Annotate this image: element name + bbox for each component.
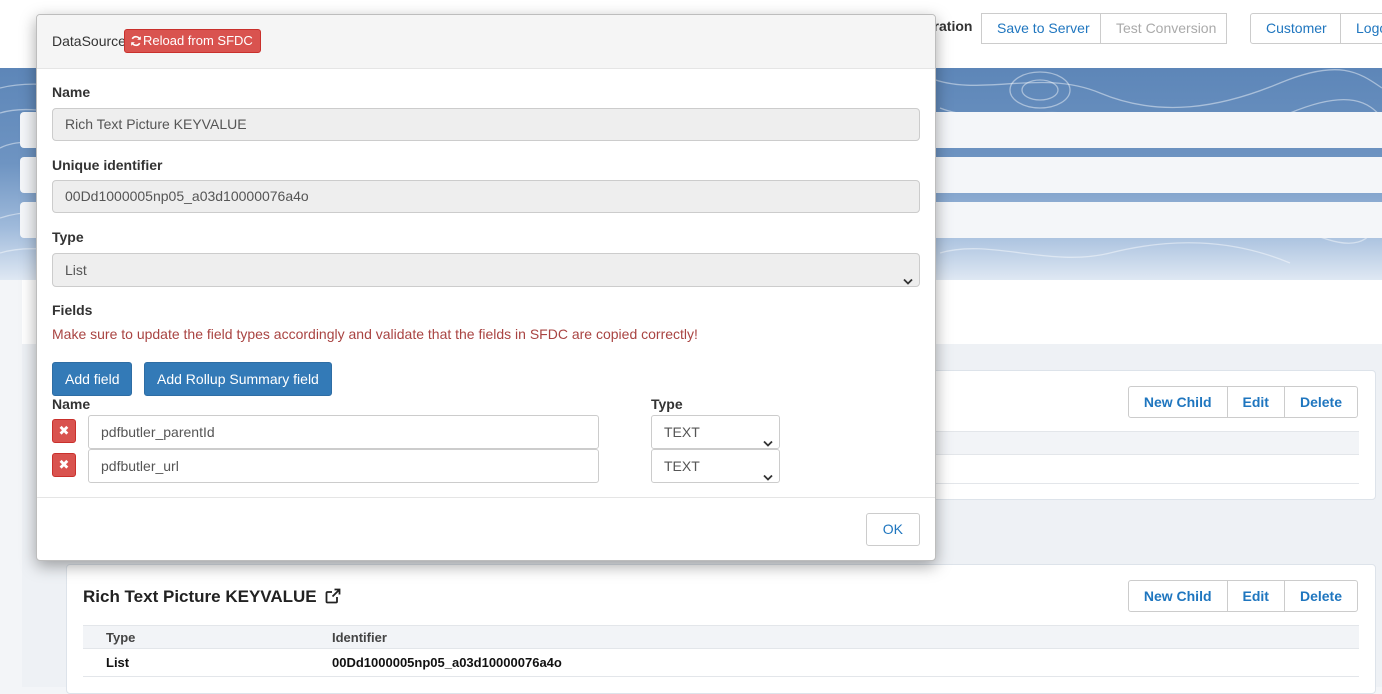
- unique-identifier-label: Unique identifier: [52, 157, 163, 173]
- modal-footer: OK: [37, 497, 935, 560]
- fields-column-name: Name: [52, 396, 91, 412]
- field-name-input[interactable]: pdfbutler_parentId: [88, 415, 599, 449]
- column-header-type: Type: [106, 630, 136, 645]
- edit-button[interactable]: Edit: [1226, 386, 1285, 418]
- table-row: List 00Dd1000005np05_a03d10000076a4o: [83, 649, 1359, 677]
- add-field-button[interactable]: Add field: [52, 362, 133, 396]
- field-name-input[interactable]: pdfbutler_url: [88, 449, 599, 483]
- close-icon: ✖: [58, 423, 70, 438]
- reload-label: Reload from SFDC: [143, 33, 253, 48]
- close-icon: ✖: [58, 457, 70, 472]
- fields-warning: Make sure to update the field types acco…: [52, 326, 698, 342]
- delete-field-button[interactable]: ✖: [52, 453, 76, 477]
- unique-identifier-field[interactable]: 00Dd1000005np05_a03d10000076a4o: [52, 180, 920, 213]
- chevron-down-icon: [763, 461, 773, 493]
- card-title: Rich Text Picture KEYVALUE: [83, 587, 341, 609]
- field-type-select[interactable]: TEXT: [651, 415, 780, 449]
- name-field[interactable]: Rich Text Picture KEYVALUE: [52, 108, 920, 141]
- modal-header: DataSource Reload from SFDC: [37, 15, 935, 69]
- fields-label: Fields: [52, 302, 93, 318]
- external-link-icon[interactable]: [325, 588, 341, 609]
- datasource-modal: DataSource Reload from SFDC Name Rich Te…: [36, 14, 936, 561]
- chevron-down-icon: [903, 265, 913, 297]
- new-child-button[interactable]: New Child: [1127, 386, 1228, 418]
- ok-button[interactable]: OK: [865, 513, 920, 546]
- fields-column-type: Type: [651, 396, 683, 412]
- type-select[interactable]: List: [52, 253, 920, 287]
- delete-field-button[interactable]: ✖: [52, 419, 76, 443]
- delete-button[interactable]: Delete: [1283, 580, 1358, 612]
- test-conversion-button[interactable]: Test Conversion: [1100, 13, 1227, 44]
- field-type-value: TEXT: [664, 458, 700, 474]
- row-identifier: 00Dd1000005np05_a03d10000076a4o: [332, 655, 562, 670]
- reload-from-sfdc-button[interactable]: Reload from SFDC: [124, 29, 261, 53]
- edit-button[interactable]: Edit: [1226, 580, 1285, 612]
- delete-button[interactable]: Delete: [1283, 386, 1358, 418]
- card-actions: New Child Edit Delete: [1127, 386, 1358, 418]
- field-type-select[interactable]: TEXT: [651, 449, 780, 483]
- field-type-value: TEXT: [664, 424, 700, 440]
- modal-title: DataSource: [52, 33, 126, 49]
- type-select-value: List: [65, 262, 87, 278]
- table-header: Type Identifier: [83, 625, 1359, 649]
- type-label: Type: [52, 229, 84, 245]
- card-title-text: Rich Text Picture KEYVALUE: [83, 587, 317, 606]
- row-type: List: [106, 655, 130, 670]
- save-to-server-button[interactable]: Save to Server: [981, 13, 1101, 44]
- column-header-identifier: Identifier: [332, 630, 387, 645]
- logout-button[interactable]: Logo: [1340, 13, 1382, 44]
- name-label: Name: [52, 84, 91, 100]
- datasource-card: Rich Text Picture KEYVALUE New Child Edi…: [66, 564, 1376, 694]
- add-rollup-summary-field-button[interactable]: Add Rollup Summary field: [144, 362, 332, 396]
- new-child-button[interactable]: New Child: [1127, 580, 1228, 612]
- card-actions: New Child Edit Delete: [1127, 580, 1358, 612]
- customer-button[interactable]: Customer: [1250, 13, 1341, 44]
- refresh-icon: [130, 32, 142, 54]
